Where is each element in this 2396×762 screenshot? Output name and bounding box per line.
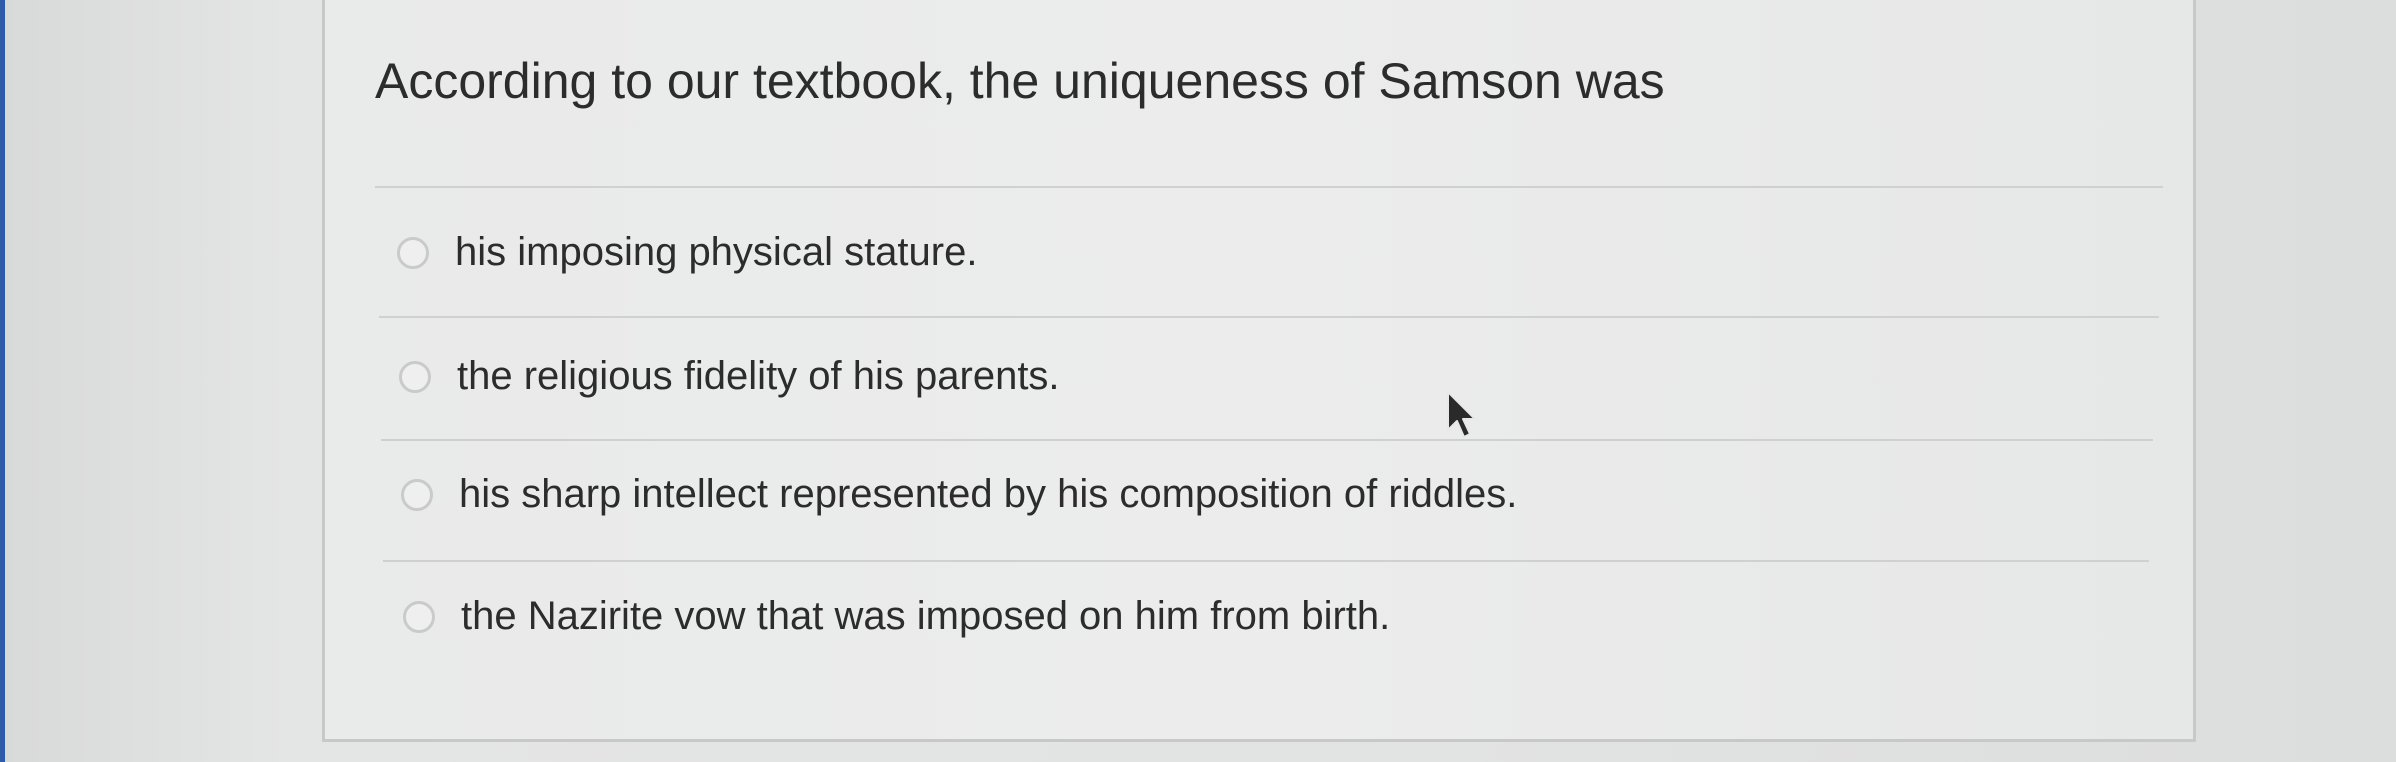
answer-option-label: the Nazirite vow that was imposed on him… xyxy=(461,594,1391,638)
divider xyxy=(381,439,2153,441)
answer-option-3[interactable]: his sharp intellect represented by his c… xyxy=(401,472,1517,517)
question-card: According to our textbook, the uniquenes… xyxy=(322,0,2196,742)
divider xyxy=(375,186,2163,188)
answer-option-label: his sharp intellect represented by his c… xyxy=(459,472,1518,516)
answer-option-label: his imposing physical stature. xyxy=(455,230,978,274)
answer-option-label: the religious fidelity of his parents. xyxy=(457,354,1060,398)
radio-unselected-icon[interactable] xyxy=(399,360,431,393)
radio-unselected-icon[interactable] xyxy=(401,478,433,511)
answer-option-4[interactable]: the Nazirite vow that was imposed on him… xyxy=(403,594,1390,639)
divider xyxy=(383,560,2149,562)
question-text: According to our textbook, the uniquenes… xyxy=(375,53,1665,109)
window-edge-accent xyxy=(0,0,5,762)
divider xyxy=(379,316,2159,318)
radio-unselected-icon[interactable] xyxy=(403,600,435,633)
radio-unselected-icon[interactable] xyxy=(397,236,429,269)
answer-option-1[interactable]: his imposing physical stature. xyxy=(397,230,977,275)
mouse-pointer-icon xyxy=(1447,391,1476,438)
answer-option-2[interactable]: the religious fidelity of his parents. xyxy=(399,354,1060,399)
